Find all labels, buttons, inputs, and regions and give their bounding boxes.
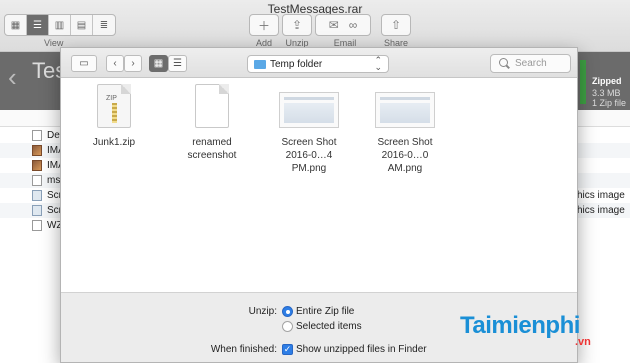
add-button[interactable]: ＋ [249, 14, 279, 36]
zip-badge: ZIP [106, 95, 117, 102]
watermark-logo: Taimienphi [460, 312, 580, 339]
title-bar: TestMessages.rar ▦ ☰ ▥ ▤ ≣ View ＋ Add ⇪ … [0, 0, 630, 52]
search-placeholder: Search [515, 58, 547, 69]
list-row-kind: hics image [577, 205, 625, 216]
document-icon [32, 175, 42, 186]
show-in-finder-label: Show unzipped files in Finder [296, 344, 427, 355]
document-shape [195, 84, 229, 128]
file-name: renamed screenshot [187, 137, 237, 161]
search-input[interactable]: Search [490, 54, 571, 73]
screenshot-icon [32, 205, 42, 216]
list-row-kind: hics image [577, 190, 625, 201]
folder-dropdown[interactable]: Temp folder ⌃ ⌄ [247, 55, 389, 73]
folder-icon [254, 60, 266, 69]
preview-body [284, 103, 334, 123]
zip-status-panel: Zipped 3.3 MB 1 Zip file [580, 60, 630, 108]
sidebar-toggle-button[interactable]: ▭ [71, 55, 97, 72]
entire-zip-radio[interactable] [282, 306, 293, 317]
folder-name: Temp folder [270, 59, 323, 70]
updown-chevron-icon: ⌃ ⌄ [374, 55, 382, 72]
screenshot-icon [32, 190, 42, 201]
sidebar-icon: ▭ [79, 58, 89, 69]
unzip-button[interactable]: ⇪ [282, 14, 312, 36]
icon-view-toggle[interactable]: ▦ [149, 55, 168, 72]
file-name: Screen Shot 2016-0…0 AM.png [377, 137, 433, 174]
forward-button[interactable]: › [124, 55, 142, 72]
screenshot-preview [279, 92, 339, 128]
screenshot-thumbnail [279, 84, 339, 128]
coverflow-view-button[interactable]: ▤ [71, 15, 93, 35]
document-icon [32, 220, 42, 231]
list-view-button[interactable]: ☰ [27, 15, 49, 35]
entire-zip-label: Entire Zip file [296, 306, 355, 317]
view-mode-group: ▦ ☰ ▥ ▤ ≣ [4, 14, 116, 36]
back-button[interactable]: ‹ [106, 55, 124, 72]
list-icon: ☰ [173, 58, 182, 69]
share-button[interactable]: ⇧ [381, 14, 411, 36]
icon-view-button[interactable]: ▦ [5, 15, 27, 35]
image-icon [32, 145, 42, 156]
outline-view-button[interactable]: ≣ [93, 15, 115, 35]
grid-icon: ▦ [153, 58, 164, 69]
unzip-icon: ⇪ [291, 18, 303, 32]
preview-bar [380, 97, 430, 100]
zip-status-size: 3.3 MB [592, 88, 621, 98]
selected-items-radio[interactable] [282, 321, 293, 332]
sheet-toolbar: ▭ ‹ › ▦ ☰ Temp folder ⌃ ⌄ Search [61, 48, 577, 78]
zipper-icon [112, 103, 117, 123]
zipped-indicator [580, 60, 586, 104]
when-finished-label: When finished: [210, 344, 277, 355]
unzip-label: Unzip: [248, 306, 277, 317]
chevron-right-icon: › [131, 58, 135, 69]
show-in-finder-checkbox[interactable]: ✓ [282, 344, 293, 355]
file-name: Screen Shot 2016-0…4 PM.png [281, 137, 337, 174]
back-arrow-icon[interactable]: ‹ [8, 62, 17, 93]
watermark-suffix: .vn [575, 336, 591, 348]
image-icon [32, 160, 42, 171]
search-icon [499, 58, 508, 67]
preview-body [380, 103, 430, 123]
document-icon [32, 130, 42, 141]
screenshot-thumbnail [375, 84, 435, 128]
plus-icon: ＋ [257, 18, 270, 33]
zip-status-count: 1 Zip file [592, 98, 627, 108]
checkmark-icon: ✓ [283, 344, 292, 354]
document-icon [195, 84, 229, 128]
preview-bar [284, 97, 334, 100]
file-name: Junk1.zip [92, 137, 136, 148]
zip-document-shape: ZIP [97, 84, 131, 128]
zip-file-icon: ZIP [97, 84, 131, 128]
column-view-button[interactable]: ▥ [49, 15, 71, 35]
list-view-toggle[interactable]: ☰ [168, 55, 187, 72]
zip-status-title: Zipped [592, 76, 622, 86]
envelope-icon: ✉ [328, 18, 339, 32]
screenshot-preview [375, 92, 435, 128]
link-icon: ∞ [348, 18, 358, 32]
email-button[interactable]: ✉ ∞ [315, 14, 371, 36]
selected-items-label: Selected items [296, 321, 362, 332]
chevron-left-icon: ‹ [113, 58, 117, 69]
list-row-name: ms [47, 175, 61, 186]
share-icon: ⇧ [390, 18, 402, 32]
